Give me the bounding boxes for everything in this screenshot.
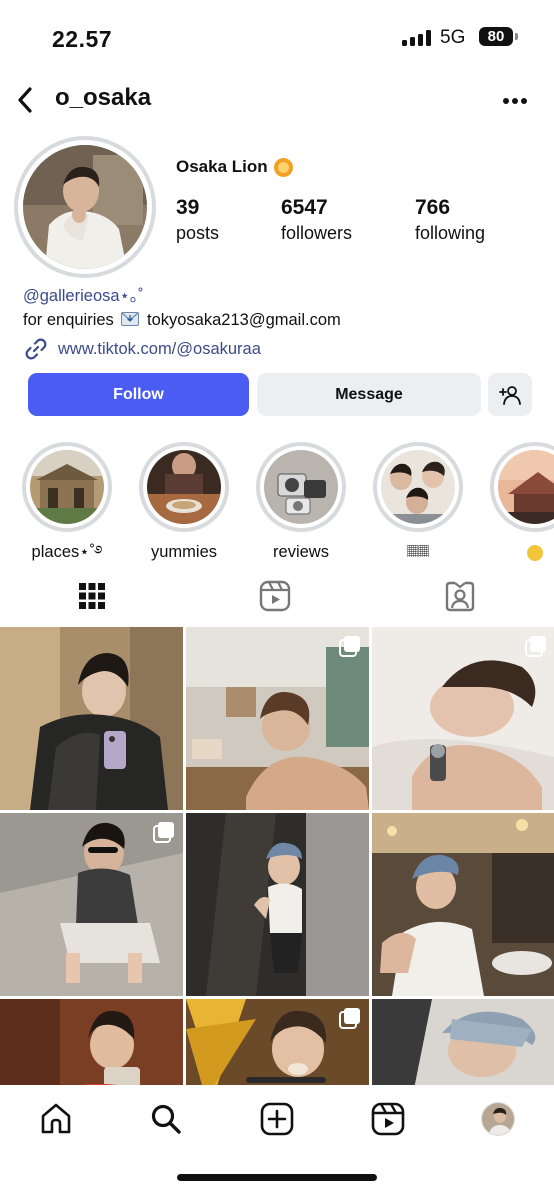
post-tile[interactable]	[372, 813, 554, 996]
display-name-text: Osaka Lion	[176, 157, 268, 176]
bio-enquiries-text: for enquiries	[23, 311, 114, 329]
stat-posts[interactable]: 39 posts	[176, 196, 219, 245]
message-button[interactable]: Message	[257, 373, 481, 416]
home-icon	[41, 1103, 71, 1134]
bio-link[interactable]: www.tiktok.com/@osakuraa	[24, 337, 261, 361]
bio-link-text: www.tiktok.com/@osakuraa	[58, 339, 261, 358]
highlight-label: reviews	[273, 543, 329, 561]
display-name: Osaka Lion	[176, 157, 293, 177]
nav-search[interactable]	[146, 1099, 186, 1139]
profile-avatar	[481, 1102, 515, 1136]
profile-avatar	[23, 145, 147, 269]
nav-reels[interactable]	[368, 1099, 408, 1139]
bottom-navigation	[0, 1085, 554, 1200]
signal-icon	[402, 30, 434, 46]
network-type: 5G	[440, 27, 466, 48]
post-tile[interactable]	[372, 627, 554, 810]
tagged-icon	[445, 581, 475, 612]
follow-button[interactable]: Follow	[28, 373, 249, 416]
search-icon	[151, 1104, 181, 1134]
stat-following-label: following	[415, 223, 486, 243]
chevron-left-icon	[18, 87, 32, 113]
profile-bio: @gallerieosa⋆｡˚ for enquiries tokyosaka2…	[23, 284, 341, 332]
create-icon	[260, 1102, 294, 1136]
highlight-yummies[interactable]: yummies	[138, 442, 230, 563]
post-tile[interactable]	[186, 999, 369, 1085]
multiple-images-icon	[525, 636, 546, 657]
more-options-button[interactable]	[498, 84, 532, 118]
stat-following-value: 766	[415, 196, 451, 219]
add-user-icon	[499, 385, 521, 405]
back-button[interactable]	[8, 82, 42, 118]
stat-followers-value: 6547	[281, 196, 328, 219]
highlight-label	[489, 541, 554, 563]
grid-icon	[79, 583, 105, 609]
stat-posts-label: posts	[176, 223, 220, 243]
highlight-ring	[139, 442, 229, 532]
nav-create[interactable]	[257, 1099, 297, 1139]
highlight-cover	[498, 450, 554, 524]
multiple-images-icon	[153, 822, 174, 843]
stat-followers[interactable]: 6547 followers	[281, 196, 352, 245]
stat-following[interactable]: 766 following	[415, 196, 485, 245]
highlight-reviews[interactable]: reviews	[255, 442, 347, 563]
highlight-ring	[373, 442, 463, 532]
posts-grid	[0, 627, 554, 1085]
status-bar: 22.57 5G 80	[0, 0, 554, 70]
nav-home[interactable]	[36, 1099, 76, 1139]
post-tile[interactable]	[186, 627, 369, 810]
nav-profile[interactable]	[478, 1099, 518, 1139]
battery-tip	[515, 33, 518, 40]
battery-icon: 80	[479, 27, 513, 46]
reels-icon	[259, 580, 291, 612]
lion-face-icon	[273, 157, 293, 177]
reels-icon	[371, 1102, 405, 1136]
highlight-ring	[490, 442, 554, 532]
post-tile[interactable]	[0, 999, 183, 1085]
highlight-label: yummies	[150, 543, 217, 561]
post-tile[interactable]	[186, 813, 369, 996]
yellow-dot-icon	[527, 544, 543, 561]
bio-enquiries: for enquiries tokyosaka213@gmail.com	[23, 308, 341, 332]
post-tile[interactable]	[372, 999, 554, 1085]
highlight-label: places⋆˚࿔	[31, 543, 103, 561]
multiple-images-icon	[339, 1008, 360, 1029]
link-icon	[25, 338, 47, 360]
home-indicator	[177, 1174, 377, 1181]
more-horizontal-icon	[503, 98, 527, 104]
highlight-cover	[381, 450, 455, 524]
envelope-icon	[121, 312, 140, 326]
highlight-cover	[147, 450, 221, 524]
profile-avatar-ring[interactable]	[14, 136, 156, 278]
post-tile[interactable]	[0, 627, 183, 810]
stat-posts-value: 39	[176, 196, 200, 219]
tab-reels[interactable]	[255, 576, 295, 616]
tab-tagged[interactable]	[440, 576, 480, 616]
highlight-cover	[264, 450, 338, 524]
add-user-button[interactable]	[488, 373, 532, 416]
multiple-images-icon	[339, 636, 360, 657]
stat-followers-label: followers	[281, 223, 353, 243]
highlight-ring	[22, 442, 112, 532]
highlight-5[interactable]	[489, 442, 554, 563]
bio-email: tokyosaka213@gmail.com	[147, 311, 341, 329]
tab-posts-grid[interactable]	[72, 576, 112, 616]
status-time: 22.57	[52, 26, 113, 52]
highlight-cover	[30, 450, 104, 524]
profile-header: o_osaka	[0, 78, 554, 122]
highlight-4[interactable]: 𝄜𝄜	[372, 442, 464, 563]
highlight-places[interactable]: places⋆˚࿔	[21, 442, 113, 563]
profile-username: o_osaka	[55, 84, 152, 111]
post-tile[interactable]	[0, 813, 183, 996]
bio-handle-link[interactable]: @gallerieosa⋆｡˚	[23, 284, 341, 308]
highlight-ring	[256, 442, 346, 532]
highlight-label: 𝄜𝄜	[406, 543, 430, 561]
